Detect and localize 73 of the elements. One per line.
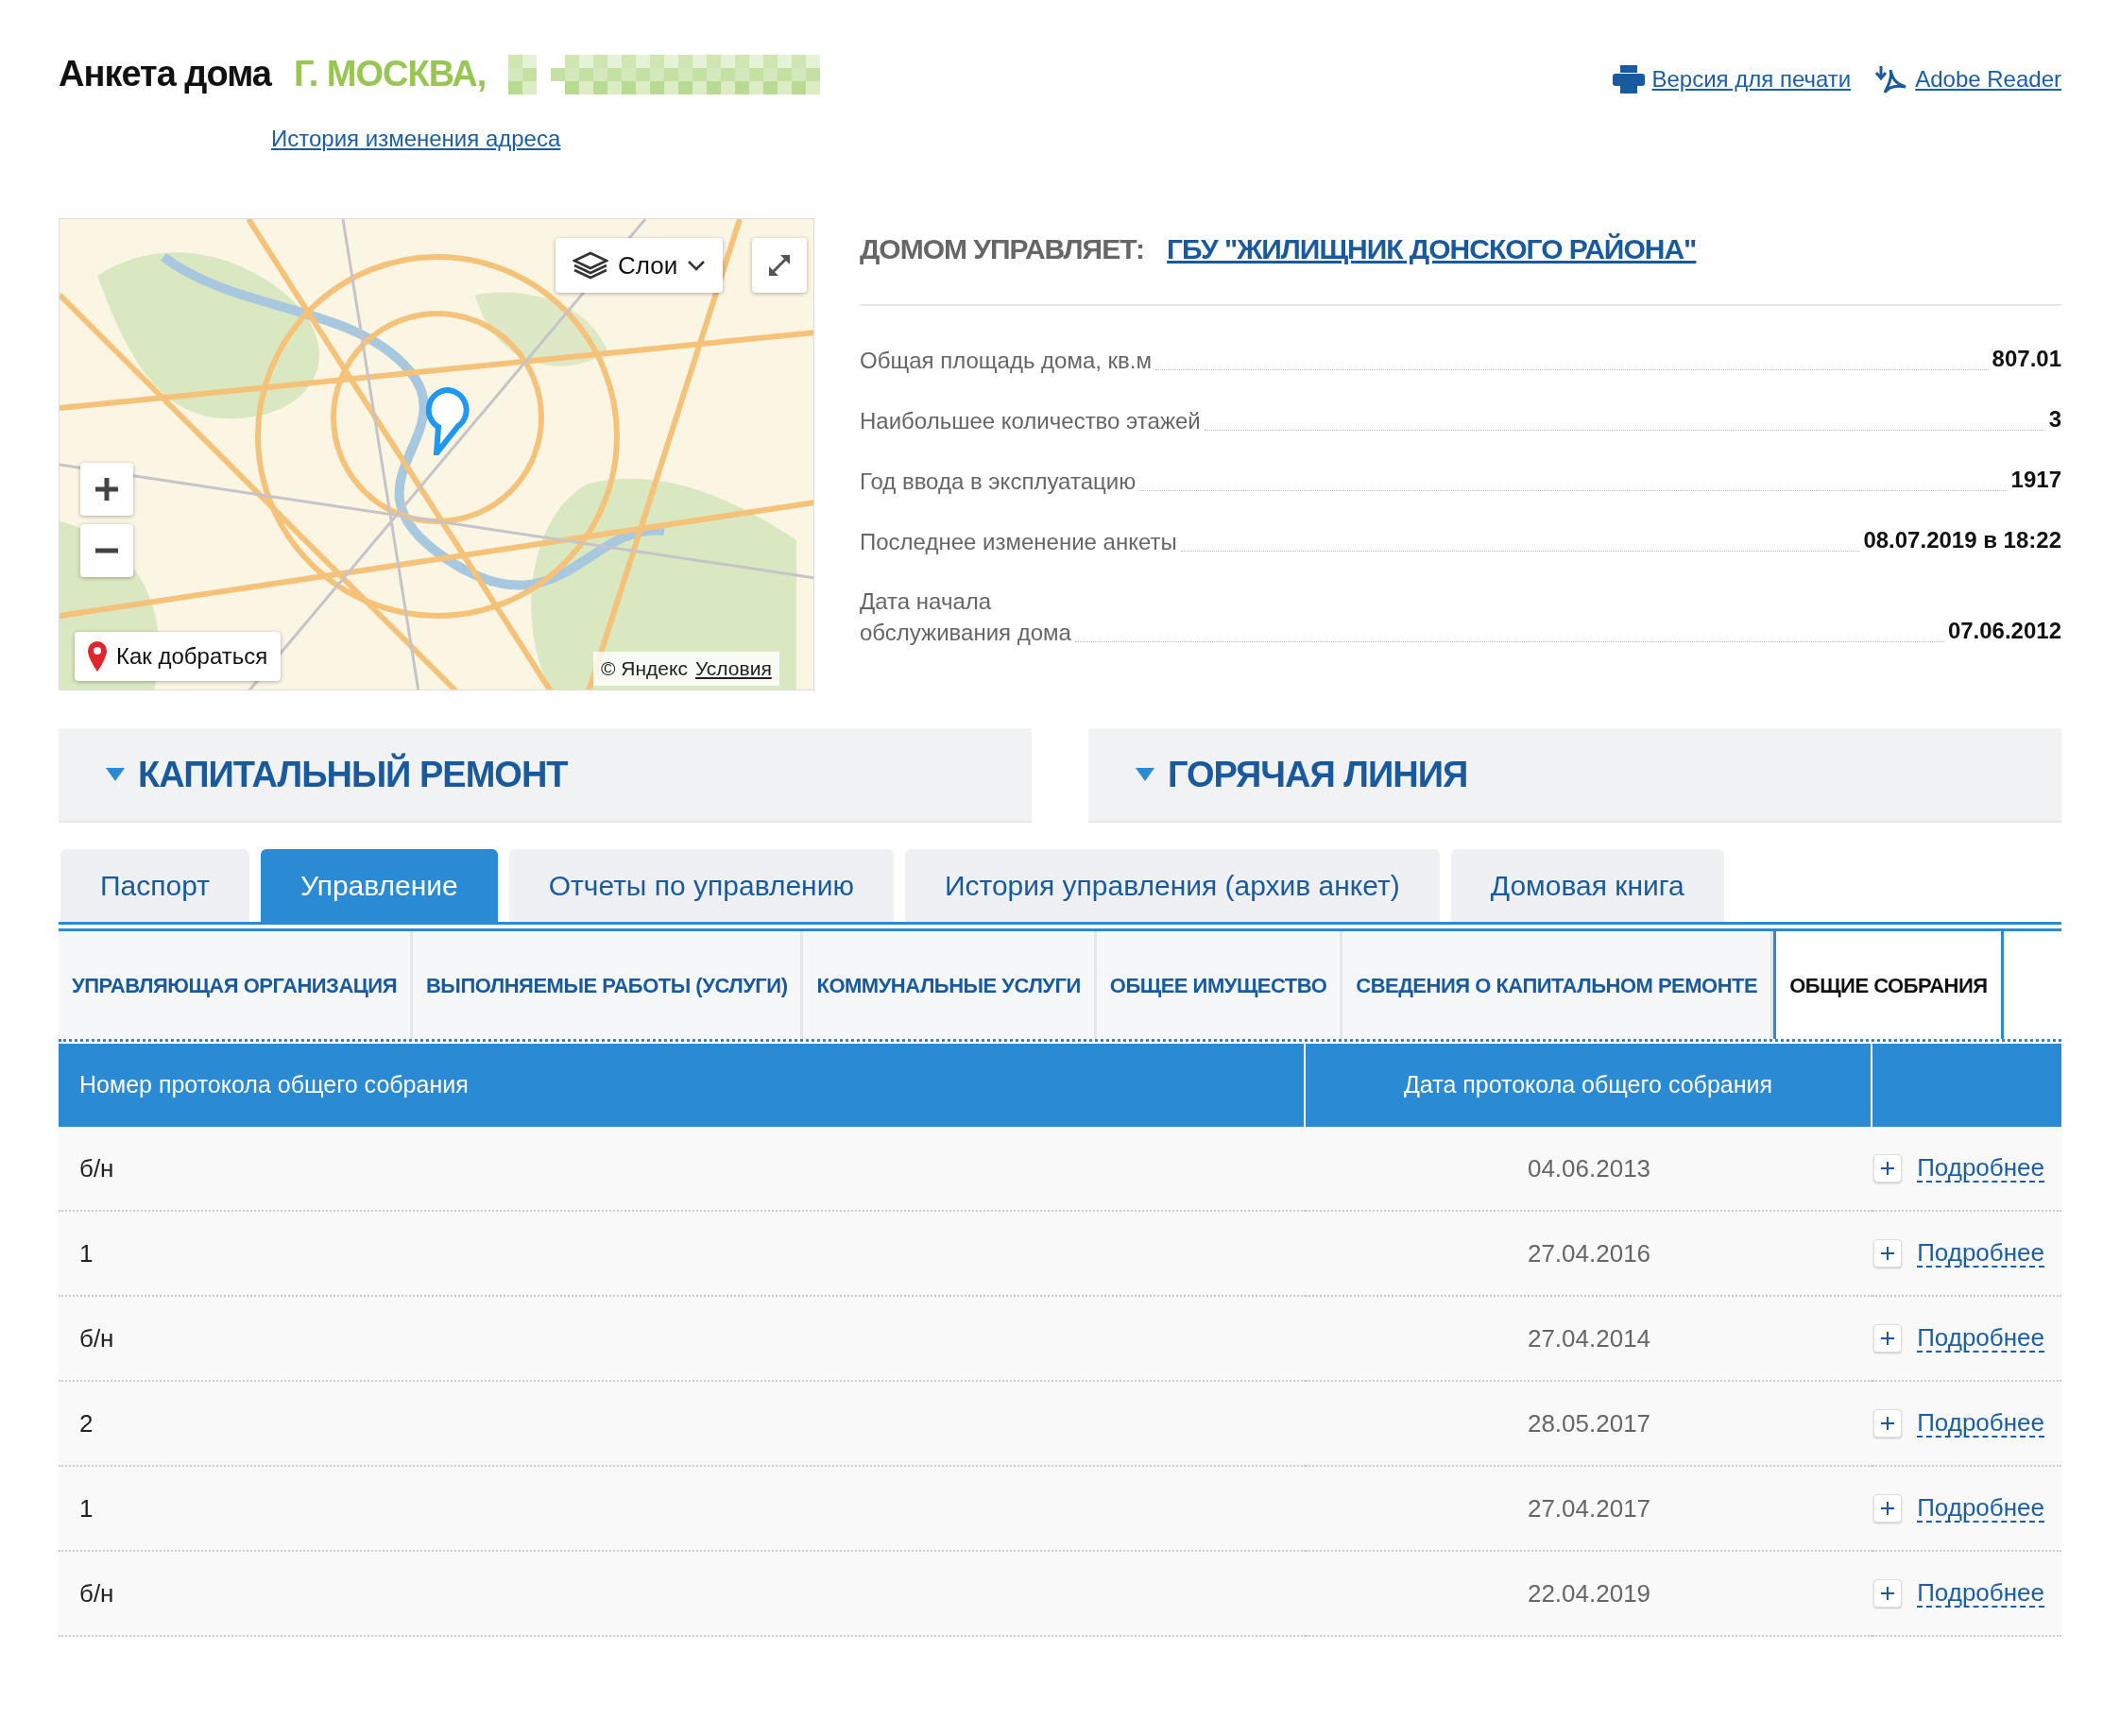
minus-icon bbox=[95, 548, 118, 553]
plus-icon bbox=[95, 478, 118, 501]
route-button[interactable]: Как добраться bbox=[75, 632, 282, 681]
expand-button[interactable] bbox=[1873, 1494, 1903, 1523]
map-pin-icon bbox=[88, 641, 107, 672]
plus-icon bbox=[1880, 1586, 1896, 1601]
layers-icon bbox=[573, 251, 608, 280]
fact-value: 07.06.2012 bbox=[1947, 617, 2061, 645]
triangle-down-icon bbox=[1136, 768, 1154, 781]
printer-icon bbox=[1612, 65, 1645, 94]
page-title: Анкета дома bbox=[59, 53, 271, 95]
reader-link[interactable]: Adobe Reader bbox=[1915, 62, 2061, 96]
plus-icon bbox=[1880, 1331, 1896, 1346]
table-cell: 2 bbox=[59, 1382, 1306, 1467]
manager-company-link[interactable]: ГБУ "ЖИЛИЩНИК ДОНСКОГО РАЙОНА" bbox=[1167, 228, 1697, 270]
subtab[interactable]: ОБЩЕЕ ИМУЩЕСТВО bbox=[1096, 931, 1343, 1039]
copyright-text: © Яндекс bbox=[601, 656, 688, 681]
triangle-down-icon bbox=[106, 768, 125, 781]
manager-label: ДОМОМ УПРАВЛЯЕТ: bbox=[860, 232, 1145, 266]
fact-label: Последнее изменение анкеты bbox=[860, 527, 1177, 556]
table-cell: 04.06.2013 bbox=[1306, 1127, 1872, 1212]
tab[interactable]: Отчеты по управлению bbox=[508, 849, 894, 922]
table-cell: б/н bbox=[59, 1127, 1306, 1212]
fact-value: 3 bbox=[2048, 405, 2061, 434]
chevron-down-icon bbox=[687, 260, 707, 271]
fact-label: Год ввода в эксплуатацию bbox=[860, 467, 1137, 496]
table-cell: 1 bbox=[59, 1212, 1306, 1297]
plus-icon bbox=[1880, 1246, 1896, 1261]
tab[interactable]: Паспорт bbox=[60, 849, 249, 922]
tab[interactable]: Управление bbox=[260, 849, 498, 922]
fullscreen-button[interactable] bbox=[752, 238, 807, 293]
zoom-out-button[interactable] bbox=[80, 524, 133, 577]
download-icon bbox=[1873, 64, 1908, 94]
table-cell: 27.04.2017 bbox=[1306, 1467, 1872, 1552]
subtab[interactable]: УПРАВЛЯЮЩАЯ ОРГАНИЗАЦИЯ bbox=[59, 931, 413, 1039]
plus-icon bbox=[1880, 1501, 1896, 1516]
tab[interactable]: История управления (архив анкет) bbox=[904, 849, 1440, 922]
subtab[interactable]: ВЫПОЛНЯЕМЫЕ РАБОТЫ (УСЛУГИ) bbox=[412, 931, 804, 1039]
fact-value: 1917 bbox=[2010, 466, 2061, 494]
expand-button[interactable] bbox=[1873, 1579, 1903, 1608]
plus-icon bbox=[1880, 1416, 1896, 1431]
terms-link[interactable]: Условия bbox=[694, 654, 772, 684]
fact-value: 807.01 bbox=[1992, 345, 2061, 373]
fact-label: Общая площадь дома, кв.м bbox=[860, 346, 1152, 375]
expand-button[interactable] bbox=[1873, 1239, 1903, 1268]
table-cell: 27.04.2016 bbox=[1306, 1212, 1872, 1297]
expand-button[interactable] bbox=[1873, 1324, 1903, 1353]
subtab[interactable]: ОБЩИЕ СОБРАНИЯ bbox=[1773, 931, 2004, 1039]
table-cell: б/н bbox=[59, 1297, 1306, 1382]
column-header: Номер протокола общего собрания bbox=[59, 1044, 1306, 1127]
address-text: Г. МОСКВА, bbox=[293, 53, 487, 95]
history-link[interactable]: История изменения адреса bbox=[271, 122, 561, 156]
print-version-link[interactable]: Версия для печати bbox=[1651, 62, 1852, 96]
expand-button[interactable] bbox=[1873, 1154, 1903, 1183]
fact-label: Дата начала обслуживания дома bbox=[860, 587, 1071, 647]
table-cell: 28.05.2017 bbox=[1306, 1382, 1872, 1467]
column-header: Дата протокола общего собрания bbox=[1306, 1044, 1872, 1127]
layers-button[interactable]: Слои bbox=[556, 238, 724, 293]
fact-value: 08.07.2019 в 18:22 bbox=[1863, 526, 2061, 554]
subtab[interactable]: СВЕДЕНИЯ О КАПИТАЛЬНОМ РЕМОНТЕ bbox=[1342, 931, 1774, 1039]
zoom-in-button[interactable] bbox=[80, 463, 133, 516]
location-pin-icon bbox=[423, 387, 470, 455]
plus-icon bbox=[1880, 1161, 1896, 1176]
table-cell: 1 bbox=[59, 1467, 1306, 1552]
expand-button[interactable] bbox=[1873, 1409, 1903, 1438]
table-cell: 27.04.2014 bbox=[1306, 1297, 1872, 1382]
fact-label: Наибольшее количество этажей bbox=[860, 406, 1201, 435]
table-cell: б/н bbox=[59, 1552, 1306, 1637]
section-header[interactable]: ГОРЯЧАЯ ЛИНИЯ bbox=[1088, 728, 2061, 823]
tab[interactable]: Домовая книга bbox=[1450, 849, 1724, 922]
subtab[interactable]: КОММУНАЛЬНЫЕ УСЛУГИ bbox=[803, 931, 1097, 1039]
table-cell: 22.04.2019 bbox=[1306, 1552, 1872, 1637]
section-header[interactable]: КАПИТАЛЬНЫЙ РЕМОНТ bbox=[59, 728, 1032, 823]
